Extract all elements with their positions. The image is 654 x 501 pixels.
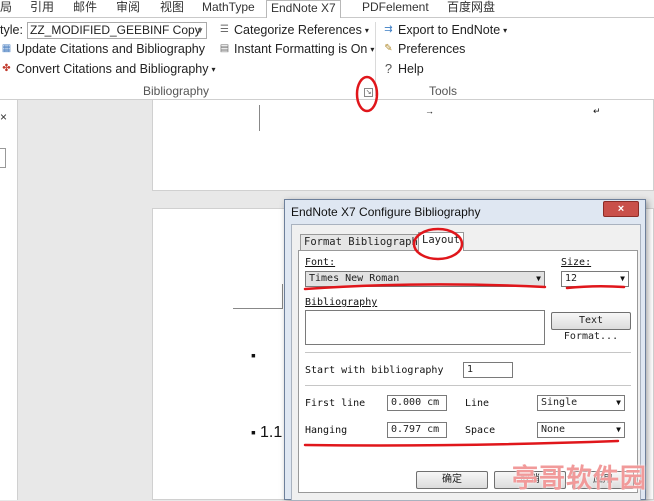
document-page-1[interactable]: → ↵ [152, 100, 654, 191]
preferences-button[interactable]: ✎ Preferences [382, 42, 465, 56]
export-label: Export to EndNote [398, 23, 501, 37]
categorize-icon: ☰ [220, 24, 229, 35]
divider [305, 385, 631, 386]
font-dropdown[interactable]: Times New Roman ▼ [305, 271, 545, 287]
chevron-down-icon: ▾ [364, 25, 369, 35]
space-after-value: None [541, 424, 566, 435]
convert-citations-label: Convert Citations and Bibliography [16, 62, 209, 76]
chevron-down-icon: ▼ [196, 26, 204, 35]
convert-citations-button[interactable]: ✤ Convert Citations and Bibliography ▾ [0, 62, 215, 76]
tab-review[interactable]: 审阅 [116, 0, 140, 18]
group-separator [375, 22, 376, 96]
space-after-label: Space [465, 425, 496, 436]
bibliography-title-input[interactable] [305, 310, 545, 345]
navigation-search-box[interactable] [0, 148, 6, 168]
chevron-down-icon: ▼ [616, 398, 621, 407]
tab-endnote[interactable]: EndNote X7 [266, 0, 341, 19]
hanging-label: Hanging [305, 425, 348, 436]
ribbon: tyle: ZZ_MODIFIED_GEEBINF Copy ▼ ▦ Updat… [0, 18, 654, 100]
tab-format-bibliography[interactable]: Format Bibliography [300, 234, 429, 250]
size-dropdown[interactable]: 12 ▼ [561, 271, 629, 287]
first-line-input[interactable]: 0.000 cm [387, 395, 447, 411]
start-with-label: Start with bibliography [305, 365, 444, 376]
dialog-launcher-icon[interactable]: ↘ [364, 88, 373, 97]
close-button[interactable]: × [603, 201, 639, 217]
update-citations-icon: ▦ [1, 43, 12, 54]
bullet-marker: ▪ [251, 424, 256, 440]
size-label: Size: [561, 257, 591, 268]
style-value: ZZ_MODIFIED_GEEBINF Copy [30, 23, 201, 37]
convert-citations-icon: ✤ [2, 63, 11, 74]
watermark-text: 亭哥软件园 [511, 463, 647, 494]
paragraph-return-icon: ↵ [593, 106, 601, 116]
crop-mark [259, 105, 260, 131]
line-spacing-dropdown[interactable]: Single ▼ [537, 395, 625, 411]
font-label-text: Font: [305, 257, 336, 268]
export-icon: ⇉ [384, 24, 393, 35]
chevron-down-icon: ▾ [370, 44, 375, 54]
help-label: Help [398, 62, 424, 76]
first-line-label: First line [305, 398, 366, 409]
categorize-references-button[interactable]: ☰ Categorize References ▾ [218, 23, 369, 37]
help-icon: ? [384, 61, 393, 76]
paragraph-arrow-icon: → [425, 106, 434, 116]
tab-layout[interactable]: Layout [418, 232, 464, 251]
bibliography-label: Bibliography [305, 297, 377, 308]
chevron-down-icon: ▾ [503, 25, 508, 35]
instant-formatting-label: Instant Formatting is On [234, 42, 368, 56]
chevron-down-icon: ▾ [211, 64, 216, 74]
preferences-label: Preferences [398, 42, 466, 56]
style-label: tyle: [0, 23, 23, 37]
tab-pdfelement[interactable]: PDFelement [362, 0, 429, 18]
update-citations-label: Update Citations and Bibliography [16, 42, 206, 56]
dialog-title: EndNote X7 Configure Bibliography [291, 205, 481, 219]
bullet-marker: ▪ [251, 347, 256, 363]
instant-formatting-icon: ▤ [219, 43, 230, 54]
export-to-endnote-button[interactable]: ⇉ Export to EndNote ▾ [382, 23, 507, 37]
bibliography-group-label: Bibliography [143, 84, 210, 98]
chevron-down-icon: ▼ [536, 274, 541, 283]
tab-mailings[interactable]: 邮件 [73, 0, 97, 18]
categorize-label: Categorize References [234, 23, 362, 37]
space-after-dropdown[interactable]: None ▼ [537, 422, 625, 438]
tools-group-label: Tools [429, 84, 458, 98]
ribbon-tab-bar: 局 引用 邮件 审阅 视图 MathType EndNote X7 PDFele… [0, 0, 654, 19]
font-value: Times New Roman [309, 273, 400, 284]
chevron-down-icon: ▼ [616, 425, 621, 434]
tab-layout-partial[interactable]: 局 [0, 0, 12, 18]
tab-mathtype[interactable]: MathType [202, 0, 255, 18]
bibliography-label-text: Bibliography [305, 297, 378, 308]
size-value: 12 [565, 273, 578, 284]
update-citations-button[interactable]: ▦ Update Citations and Bibliography [0, 42, 205, 56]
preferences-icon: ✎ [384, 43, 393, 54]
tab-view[interactable]: 视图 [160, 0, 184, 18]
help-button[interactable]: ? Help [382, 62, 424, 76]
watermark-logo: 亭哥软件园 [505, 452, 654, 500]
tab-baidu-netdisk[interactable]: 百度网盘 [447, 0, 495, 18]
crop-mark [233, 284, 283, 309]
tab-references[interactable]: 引用 [30, 0, 54, 18]
chevron-down-icon: ▼ [620, 274, 625, 283]
text-format-button[interactable]: Text Format... [551, 312, 631, 342]
hanging-input[interactable]: 0.797 cm [387, 422, 447, 438]
line-spacing-value: Single [541, 397, 578, 408]
divider [305, 352, 631, 353]
heading-number: 1.1 [260, 424, 283, 441]
line-spacing-label: Line [465, 398, 490, 409]
close-icon[interactable]: × [0, 110, 7, 124]
ok-button[interactable]: 确定 [416, 471, 488, 489]
style-dropdown[interactable]: ZZ_MODIFIED_GEEBINF Copy ▼ [27, 22, 207, 39]
font-label: Font: [305, 257, 335, 268]
instant-formatting-button[interactable]: ▤ Instant Formatting is On ▾ [218, 42, 375, 56]
size-label-text: Size: [561, 257, 592, 268]
start-with-input[interactable]: 1 [463, 362, 513, 378]
